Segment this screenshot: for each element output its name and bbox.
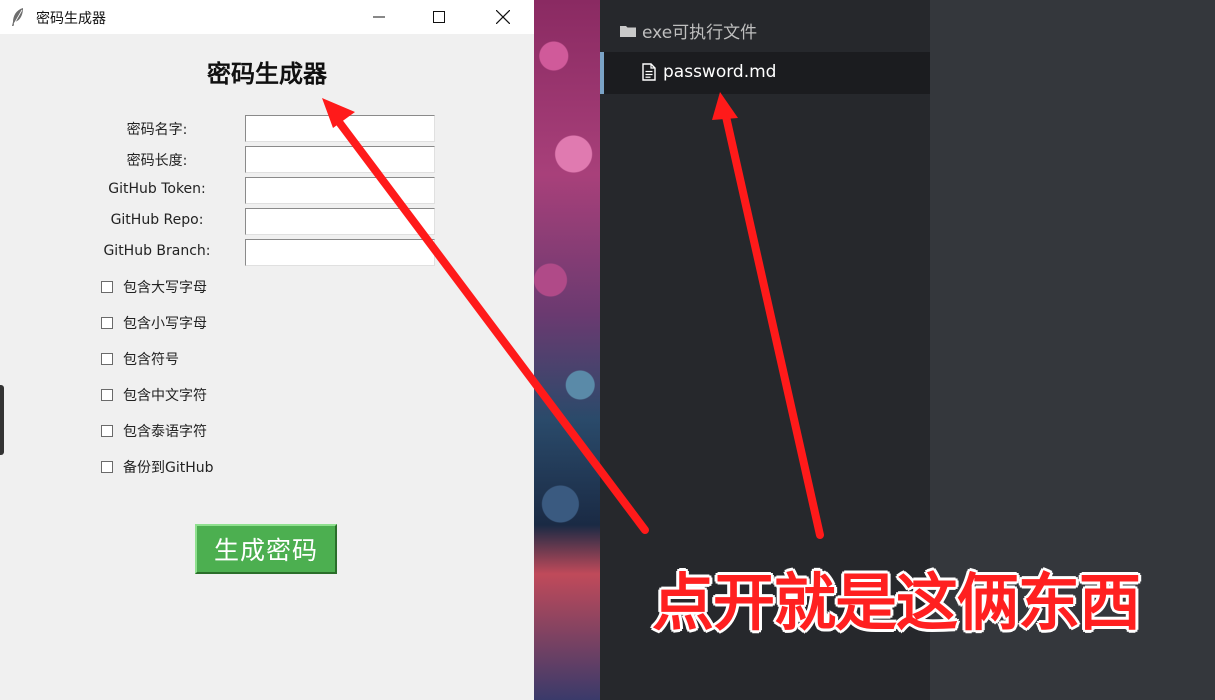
checkbox-box[interactable] [101, 317, 113, 329]
checkbox-label: 包含大写字母 [123, 280, 207, 296]
checkbox-label: 包含中文字符 [123, 388, 207, 404]
selection-indicator [600, 52, 604, 94]
feather-icon [12, 8, 23, 26]
folder-item[interactable]: exe可执行文件 [620, 18, 757, 43]
github-token-label: GitHub Token: [108, 181, 206, 197]
password-length-label: 密码长度: [126, 153, 188, 169]
checkbox-label: 包含符号 [123, 352, 179, 368]
file-label: password.md [663, 62, 777, 82]
github-branch-label: GitHub Branch: [103, 243, 211, 259]
github-branch-input[interactable] [245, 239, 435, 266]
folder-label: exe可执行文件 [642, 23, 758, 43]
github-token-input[interactable] [245, 177, 435, 204]
uppercase-checkbox[interactable]: 包含大写字母 [101, 277, 207, 297]
password-name-label: 密码名字: [126, 122, 188, 138]
checkbox-label: 包含泰语字符 [123, 424, 207, 440]
annotation-text: 点开就是这俩东西 [652, 566, 1141, 639]
minimize-icon [373, 16, 385, 18]
checkbox-label: 备份到GitHub [123, 460, 214, 476]
symbols-checkbox[interactable]: 包含符号 [101, 349, 179, 369]
close-button[interactable] [480, 0, 526, 34]
minimize-button[interactable] [356, 0, 402, 34]
github-repo-input[interactable] [245, 208, 435, 235]
thai-chars-checkbox[interactable]: 包含泰语字符 [101, 421, 207, 441]
maximize-icon [433, 11, 445, 23]
close-icon [496, 10, 510, 24]
checkbox-box[interactable] [101, 353, 113, 365]
password-generator-window: 密码生成器 密码生成器 密码名字: 密码长度: GitHub Token: Gi… [0, 0, 535, 700]
chinese-chars-checkbox[interactable]: 包含中文字符 [101, 385, 207, 405]
folder-icon [620, 25, 636, 37]
checkbox-label: 包含小写字母 [123, 316, 207, 332]
checkbox-box[interactable] [101, 425, 113, 437]
edge-handle[interactable] [0, 385, 4, 455]
checkbox-box[interactable] [101, 461, 113, 473]
generate-password-button[interactable]: 生成密码 [195, 524, 337, 574]
title-bar[interactable]: 密码生成器 [0, 0, 534, 34]
backup-github-checkbox[interactable]: 备份到GitHub [101, 457, 214, 477]
file-item-password-md[interactable]: password.md [600, 52, 930, 94]
checkbox-box[interactable] [101, 389, 113, 401]
app-heading: 密码生成器 [207, 59, 327, 88]
file-icon [642, 63, 656, 81]
window-title: 密码生成器 [36, 11, 106, 27]
github-repo-label: GitHub Repo: [110, 212, 204, 228]
password-length-input[interactable] [245, 146, 435, 173]
maximize-button[interactable] [416, 0, 462, 34]
password-name-input[interactable] [245, 115, 435, 142]
desktop-wallpaper [534, 0, 600, 700]
lowercase-checkbox[interactable]: 包含小写字母 [101, 313, 207, 333]
checkbox-box[interactable] [101, 281, 113, 293]
